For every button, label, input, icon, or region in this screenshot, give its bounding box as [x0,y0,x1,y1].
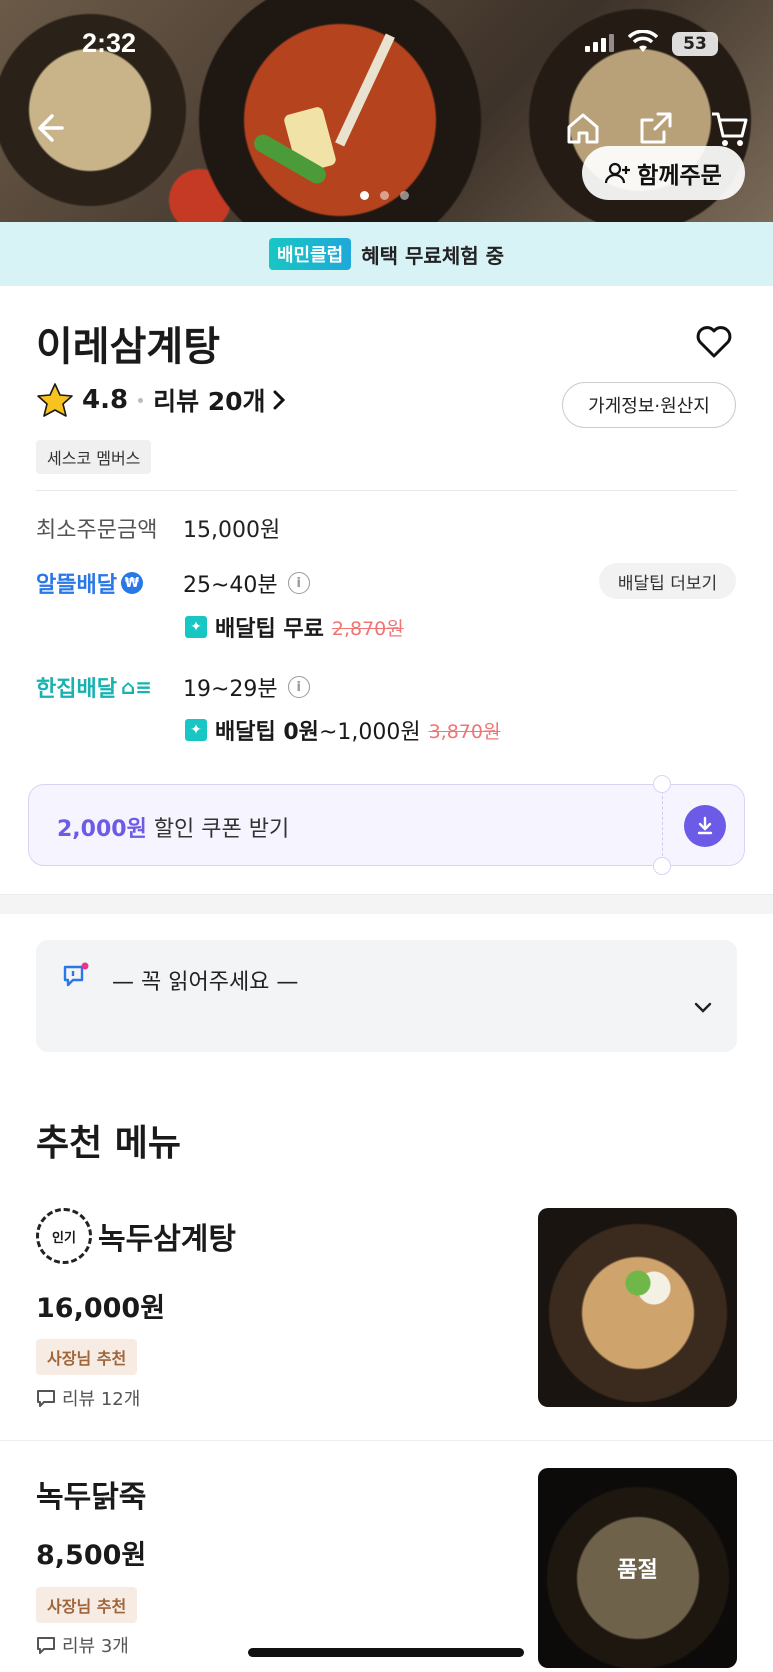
menu-review-count: 리뷰 3개 [36,1632,129,1658]
member-badge: 세스코 멤버스 [36,440,152,474]
coupon-amount: 2,000원 [57,817,147,842]
menu-image: 품절 [538,1468,737,1668]
notice-icon [63,962,89,987]
cart-icon[interactable] [710,110,750,148]
battery-icon: 53 [672,32,718,56]
altteul-time-text: 25~40분 [183,573,278,598]
menu-price: 16,000원 [36,1293,166,1324]
notice-title: — 꼭 읽어주세요 — [112,970,299,995]
status-bar: 2:32 53 [0,24,773,64]
coupon-banner[interactable]: 2,000원 할인 쿠폰 받기 [28,775,745,875]
club-badge: 배민클럽 [269,238,352,270]
review-link-label: 리뷰 20개 [153,387,266,416]
altteul-tip-original: 2,870원 [331,617,404,640]
group-order-button[interactable]: 함께주문 [582,146,745,200]
group-order-label: 함께주문 [637,163,722,189]
store-name: 이레삼계탕 [36,324,220,370]
hanjip-tip-range: ~1,000원 [318,720,421,745]
won-coin-icon: ₩ [120,572,143,594]
carousel-dot[interactable] [400,191,409,200]
coupon-label: 할인 쿠폰 받기 [146,817,290,842]
status-time: 2:32 [82,28,137,58]
popular-badge: 인기 [36,1208,92,1264]
coupon-text: 2,000원 할인 쿠폰 받기 [57,811,289,843]
hanjip-time: 19~29분 i [183,671,310,703]
altteul-label-text: 알뜰배달 [36,573,117,598]
hanjip-label-text: 한집배달 [36,677,117,702]
wifi-icon [628,30,658,52]
hanjip-tip-row: ✦ 배달팁 0원 ~1,000원 3,870원 [185,714,500,746]
review-bubble-icon [37,1390,55,1407]
menu-name: 녹두닭죽 [36,1480,147,1515]
altteul-tip-row: ✦ 배달팁 무료 2,870원 [185,611,404,643]
review-link[interactable]: 리뷰 20개 [153,382,286,418]
heart-icon[interactable] [694,322,734,362]
menu-name: 녹두삼계탕 [98,1222,236,1257]
carousel-dots [360,191,409,200]
signal-icon [585,34,615,52]
club-banner[interactable]: 배민클럽 혜택 무료체험 중 [0,222,773,286]
chevron-down-icon[interactable] [692,996,714,1018]
delivery-tip-more-button[interactable]: 배달팁 더보기 [599,563,736,599]
owner-recommend-badge: 사장님 추천 [36,1587,138,1623]
rating-row: 4.8 리뷰 20개 [36,382,286,418]
review-count-text: 리뷰 3개 [62,1636,129,1657]
menu-price: 8,500원 [36,1540,147,1571]
hero-image: 2:32 53 함께주문 [0,0,773,222]
owner-recommend-badge: 사장님 추천 [36,1339,138,1375]
club-star-icon: ✦ [185,616,207,638]
carousel-dot[interactable] [380,191,389,200]
info-icon[interactable]: i [287,676,310,698]
star-icon [37,383,73,417]
add-person-icon [605,162,631,184]
club-text: 혜택 무료체험 중 [361,243,504,268]
hanjip-tip-label: 배달팁 0원 [215,720,319,745]
review-count-text: 리뷰 12개 [62,1389,141,1410]
club-star-icon: ✦ [185,719,207,741]
altteul-time: 25~40분 i [183,567,310,599]
share-icon[interactable] [636,108,676,148]
house-arrow-icon: ⌂≡ [120,675,153,699]
hanjip-delivery-label: 한집배달 ⌂≡ [36,671,152,703]
carousel-dot[interactable] [360,191,369,200]
notice-panel[interactable]: — 꼭 읽어주세요 — [36,940,737,1052]
download-icon [697,816,713,835]
info-icon[interactable]: i [287,572,310,594]
back-arrow-icon[interactable] [28,108,68,148]
download-button[interactable] [684,805,726,847]
review-bubble-icon [37,1637,55,1654]
menu-name-row: 인기 녹두삼계탕 [36,1208,236,1264]
soldout-label: 품절 [538,1468,737,1668]
store-info-button[interactable]: 가게정보·원산지 [562,382,736,428]
menu-review-count: 리뷰 12개 [36,1385,140,1411]
altteul-tip-label: 배달팁 무료 [215,617,324,642]
min-order-label: 최소주문금액 [36,518,158,543]
hanjip-tip-original: 3,870원 [428,720,501,743]
rating-value: 4.8 [82,385,129,415]
altteul-delivery-label: 알뜰배달 ₩ [36,567,143,599]
home-indicator[interactable] [248,1648,524,1657]
recommended-title: 추천 메뉴 [36,1123,182,1164]
menu-image [538,1208,737,1407]
min-order-value: 15,000원 [183,518,281,543]
chevron-right-icon [273,390,285,410]
hanjip-time-text: 19~29분 [183,677,278,702]
home-icon[interactable] [563,108,603,148]
menu-name-row: 녹두닭죽 [36,1472,146,1516]
